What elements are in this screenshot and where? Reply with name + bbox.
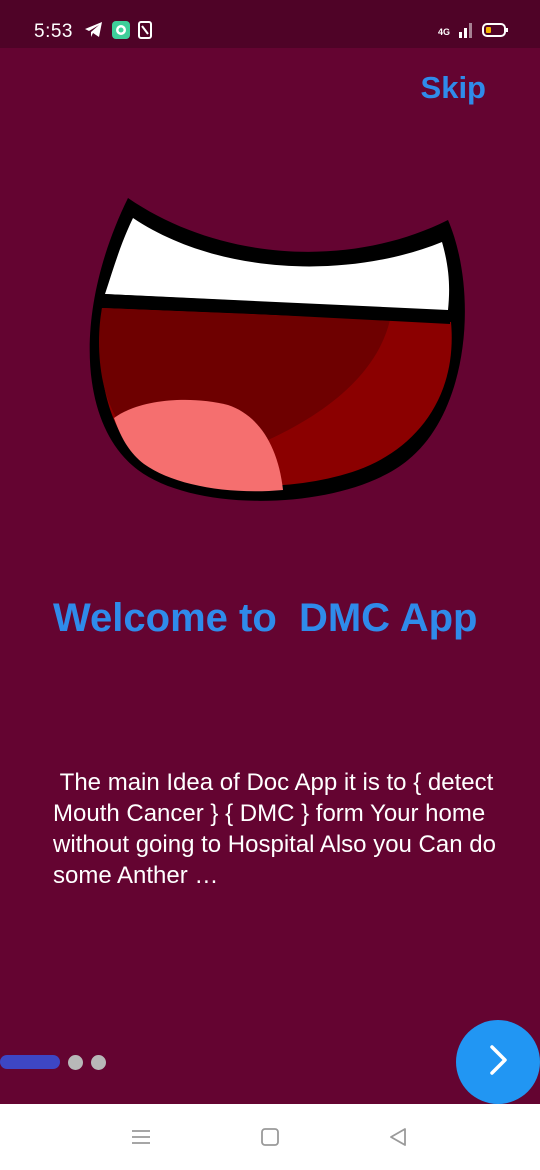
page-dot[interactable] (91, 1054, 106, 1070)
chevron-right-icon (483, 1043, 513, 1082)
menu-icon[interactable] (128, 1124, 154, 1150)
messenger-icon (112, 20, 130, 44)
telegram-icon (84, 21, 104, 44)
open-mouth-illustration (78, 190, 474, 520)
status-bar: 5:53 4G (0, 0, 540, 48)
skip-button[interactable]: Skip (421, 70, 486, 106)
next-button[interactable] (456, 1020, 540, 1104)
page-indicator (0, 1053, 106, 1071)
welcome-title: Welcome to DMC App (53, 596, 478, 640)
page-dot-active[interactable] (0, 1055, 60, 1069)
signal-icon (458, 22, 474, 43)
system-nav-bar (0, 1104, 540, 1170)
page-dot[interactable] (68, 1054, 83, 1070)
onboarding-screen: 5:53 4G Skip Welcome to DMC App The main… (0, 0, 540, 1170)
network-type: 4G (437, 26, 450, 37)
onboarding-description: The main Idea of Doc App it is to { dete… (53, 769, 503, 889)
status-icons-right: 4G (438, 22, 508, 42)
status-icons-left (84, 20, 152, 44)
home-icon[interactable] (257, 1124, 283, 1150)
notification-icon (138, 20, 152, 44)
status-time: 5:53 (34, 21, 73, 42)
back-icon[interactable] (385, 1124, 411, 1150)
battery-icon (482, 22, 508, 42)
